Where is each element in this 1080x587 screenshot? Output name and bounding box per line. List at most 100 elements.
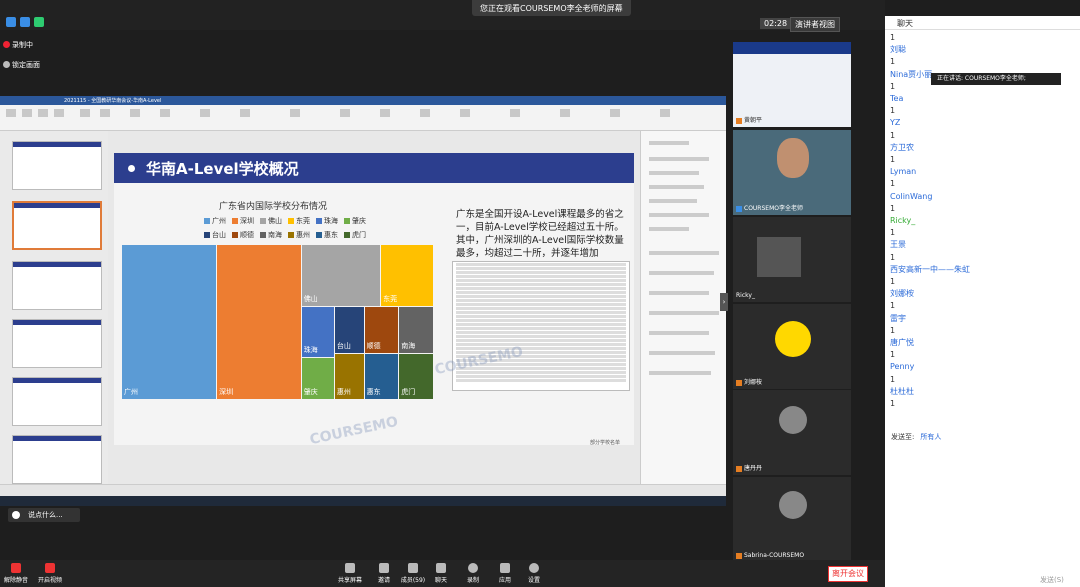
signal-icon[interactable] bbox=[34, 17, 44, 27]
settings-label: 设置 bbox=[527, 577, 540, 584]
recipient-dropdown[interactable]: 所有人 bbox=[920, 433, 941, 441]
legend-item: 珠海 bbox=[316, 216, 338, 226]
watermark: COURSEMO bbox=[308, 413, 400, 449]
legend-swatch bbox=[232, 218, 238, 224]
treemap-cell: 广州 bbox=[122, 245, 217, 399]
treemap-label: 虎门 bbox=[401, 388, 416, 396]
send-to-row: 发送至: 所有人 bbox=[891, 432, 941, 442]
ppt-ribbon bbox=[0, 105, 726, 131]
recording-indicator[interactable]: 录制中 bbox=[0, 36, 70, 54]
share-banner: 您正在观看COURSEMO李全老师的屏幕 bbox=[472, 0, 631, 16]
video-tile[interactable]: 唐丹丹 bbox=[733, 390, 851, 475]
recording-label: 录制中 bbox=[12, 41, 33, 49]
chat-label: 聊天 bbox=[434, 577, 447, 584]
legend-label: 珠海 bbox=[324, 217, 338, 225]
treemap-label: 东莞 bbox=[383, 295, 398, 303]
chat-sender: ColinWang bbox=[890, 191, 933, 201]
chat-icon bbox=[12, 511, 20, 519]
legend-swatch bbox=[316, 218, 322, 224]
expand-panel-button[interactable]: › bbox=[720, 293, 728, 311]
chat-sender: Penny bbox=[890, 362, 915, 372]
chat-button[interactable]: 聊天 bbox=[428, 563, 454, 584]
chart-legend: 广州 深圳 佛山 东莞 珠海 肇庆台山 顺德 南海 惠州 惠东 虎门 bbox=[204, 216, 379, 244]
legend-item: 虎门 bbox=[344, 230, 366, 240]
mute-button[interactable]: 解除静音 bbox=[3, 563, 29, 584]
record-dot-icon bbox=[3, 41, 10, 48]
slide-thumb[interactable] bbox=[12, 435, 102, 484]
participant-name: Ricky_ bbox=[736, 292, 755, 299]
record-button[interactable]: 录制 bbox=[460, 563, 486, 584]
legend-label: 广州 bbox=[212, 217, 226, 225]
slide-thumb[interactable] bbox=[12, 319, 102, 368]
chat-prompt-bubble[interactable]: 说点什么... bbox=[8, 508, 80, 522]
treemap-label: 珠海 bbox=[303, 346, 318, 355]
settings-button[interactable]: 设置 bbox=[521, 563, 547, 584]
info-icon[interactable] bbox=[6, 17, 16, 27]
shield-icon[interactable] bbox=[20, 17, 30, 27]
legend-label: 虎门 bbox=[352, 231, 366, 239]
send-button[interactable]: 发送(S) bbox=[1040, 575, 1064, 585]
members-button[interactable]: 成员(59) bbox=[400, 563, 426, 584]
video-tile[interactable]: Sabrina-COURSEMO bbox=[733, 477, 851, 562]
apps-button[interactable]: 应用 bbox=[492, 563, 518, 584]
ppt-status-bar bbox=[0, 484, 726, 496]
leave-meeting-button[interactable]: 离开会议 bbox=[828, 566, 868, 582]
treemap-label: 广州 bbox=[124, 388, 138, 396]
legend-item: 顺德 bbox=[232, 230, 254, 240]
slide-thumbnails bbox=[0, 131, 108, 496]
legend-label: 南海 bbox=[268, 231, 282, 239]
legend-item: 台山 bbox=[204, 230, 226, 240]
video-tile[interactable]: 刘娜桉 bbox=[733, 304, 851, 389]
legend-label: 肇庆 bbox=[352, 217, 366, 225]
legend-label: 惠东 bbox=[324, 231, 338, 239]
participant-name: 唐丹丹 bbox=[744, 465, 763, 472]
bullet-icon bbox=[128, 165, 135, 172]
legend-label: 台山 bbox=[212, 231, 226, 239]
chat-sender: 杜杜杜 bbox=[890, 386, 914, 396]
chat-sender: 方卫农 bbox=[890, 142, 914, 152]
legend-item: 佛山 bbox=[260, 216, 282, 226]
chat-sender: Lyman bbox=[890, 167, 917, 177]
treemap-label: 深圳 bbox=[219, 388, 234, 396]
legend-label: 东莞 bbox=[296, 217, 310, 225]
ppt-tab-name[interactable]: 2021115 - 全国教研华南会议-华南A-Level bbox=[64, 97, 161, 104]
legend-label: 惠州 bbox=[296, 231, 310, 239]
shared-screen: 2021115 - 全国教研华南会议-华南A-Level 华南A-Level学校… bbox=[0, 96, 726, 496]
chat-header: 聊天 bbox=[885, 16, 1080, 30]
legend-swatch bbox=[204, 218, 210, 224]
record-label: 录制 bbox=[466, 577, 479, 584]
legend-swatch bbox=[344, 232, 350, 238]
chat-prompt-text: 说点什么... bbox=[28, 511, 63, 519]
view-mode-button[interactable]: 演讲者视图 bbox=[790, 17, 840, 32]
chat-message: 1 bbox=[890, 228, 896, 238]
invite-button[interactable]: 邀请 bbox=[371, 563, 397, 584]
chat-message: 1 bbox=[890, 57, 896, 67]
video-tile[interactable]: Ricky_ bbox=[733, 217, 851, 302]
share-screen-button[interactable]: 共享屏幕 bbox=[337, 563, 363, 584]
slide-thumb[interactable] bbox=[12, 377, 102, 426]
slide-thumb[interactable] bbox=[12, 141, 102, 190]
slide-editor: 华南A-Level学校概况 广东省内国际学校分布情况 广州 深圳 佛山 东莞 珠海 肇庆台… bbox=[108, 131, 640, 484]
treemap-cell: 深圳 bbox=[217, 245, 301, 399]
chat-input[interactable] bbox=[891, 444, 1071, 559]
ppt-tab-bar: 2021115 - 全国教研华南会议-华南A-Level bbox=[0, 96, 726, 105]
pin-screen-button[interactable]: 锁定画面 bbox=[0, 56, 70, 74]
legend-label: 深圳 bbox=[240, 217, 254, 225]
chat-message: 1 bbox=[890, 33, 896, 42]
slide-thumb[interactable] bbox=[12, 261, 102, 310]
chat-message: 1 bbox=[890, 325, 896, 335]
video-tile[interactable]: 黄朝平 bbox=[733, 42, 851, 127]
participant-name: COURSEMO李全老师 bbox=[744, 205, 803, 212]
chat-sender: 王景 bbox=[890, 240, 906, 250]
legend-item: 惠州 bbox=[288, 230, 310, 240]
video-tile[interactable]: COURSEMO李全老师 bbox=[733, 130, 851, 215]
slide-thumb-selected[interactable] bbox=[12, 201, 102, 250]
treemap-cell: 虎门 bbox=[399, 353, 433, 399]
send-to-label: 发送至: bbox=[891, 433, 915, 441]
chart-title: 广东省内国际学校分布情况 bbox=[219, 202, 328, 212]
chat-sender: 唐广悦 bbox=[890, 338, 914, 348]
treemap-label: 惠州 bbox=[336, 388, 351, 396]
treemap-cell: 台山 bbox=[334, 307, 364, 353]
treemap-label: 惠东 bbox=[366, 388, 381, 396]
video-button[interactable]: 开启视频 bbox=[37, 563, 63, 584]
